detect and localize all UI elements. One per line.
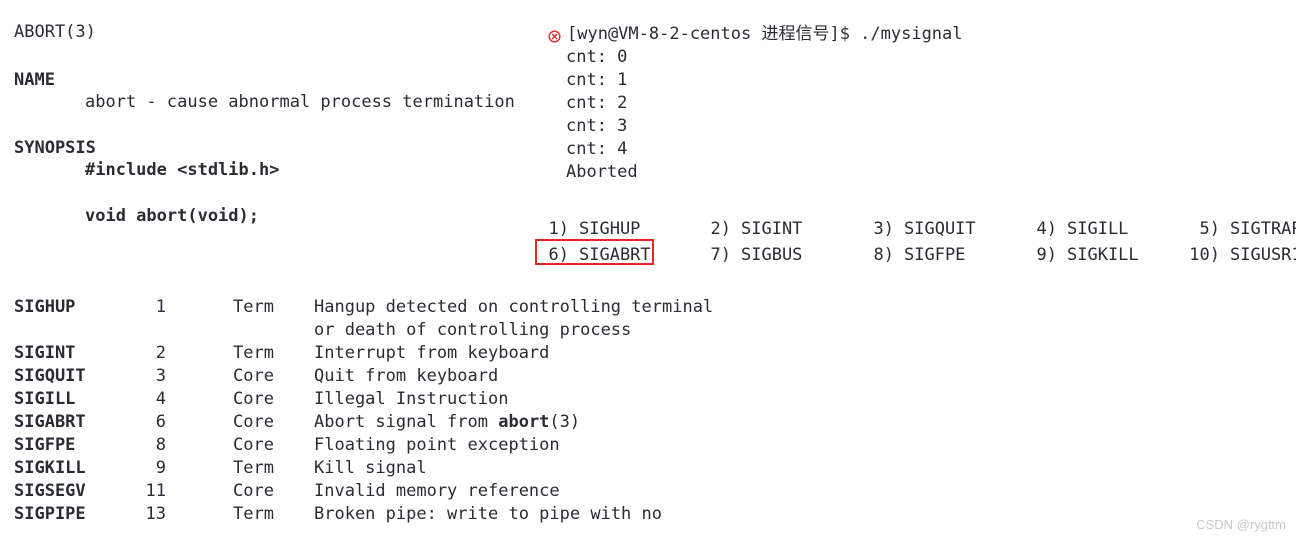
signal-number: 6 xyxy=(155,412,166,432)
signal-grid-name: SIGKILL xyxy=(1067,245,1139,265)
signal-grid-name: SIGHUP xyxy=(579,219,641,239)
signal-description: Floating point exception xyxy=(314,435,560,455)
table-row: SIGILL 4 Core Illegal Instruction xyxy=(0,388,740,411)
signal-number: 9 xyxy=(155,458,166,478)
signal-description-table: SIGHUP 1 Term Hangup detected on control… xyxy=(0,296,740,526)
signal-action: Core xyxy=(233,412,274,432)
table-row: SIGINT 2 Term Interrupt from keyboard xyxy=(0,342,740,365)
table-row: SIGKILL 9 Term Kill signal xyxy=(0,457,740,480)
signal-name: SIGILL xyxy=(14,389,76,409)
signal-action: Term xyxy=(233,343,274,363)
signal-description-suffix: (3) xyxy=(549,412,581,432)
signal-number: 4 xyxy=(155,389,166,409)
signal-description: Kill signal xyxy=(314,458,427,478)
signal-name: SIGKILL xyxy=(14,458,86,478)
signal-grid-number: 1) xyxy=(548,219,569,239)
signal-action: Core xyxy=(233,389,274,409)
signal-description: Illegal Instruction xyxy=(314,389,509,409)
signal-number-grid: 1) SIGHUP 2) SIGINT 3) SIGQUIT 4) SIGILL 5) S… xyxy=(535,216,1296,268)
table-row: SIGPIPE 13 Term Broken pipe: write to pi… xyxy=(0,503,740,526)
signal-grid-item: 3) SIGQUIT xyxy=(860,216,1010,242)
terminal-output-line: cnt: 4 xyxy=(566,139,628,159)
signal-grid-name: SIGFPE xyxy=(904,245,966,265)
terminal-prompt-line: [wyn@VM-8-2-centos 进程信号]$ ./mysignal xyxy=(567,24,963,44)
signal-grid-number: 5) xyxy=(1199,219,1220,239)
signal-number: 3 xyxy=(155,366,166,386)
signal-number: 1 xyxy=(155,297,166,317)
signal-grid-number: 7) xyxy=(710,245,731,265)
terminal-output-line: cnt: 1 xyxy=(566,70,628,90)
signal-name: SIGHUP xyxy=(14,297,76,317)
signal-number: 13 xyxy=(145,504,166,524)
signal-grid-item: 8) SIGFPE xyxy=(860,242,1010,268)
signal-description-prefix: Abort signal from xyxy=(314,412,499,432)
signal-grid-item: 7) SIGBUS xyxy=(697,242,847,268)
signal-grid-name: SIGABRT xyxy=(579,245,651,265)
signal-name: SIGSEGV xyxy=(14,481,86,501)
signal-description-continued: or death of controlling process xyxy=(314,320,632,340)
signal-grid-row: 1) SIGHUP 2) SIGINT 3) SIGQUIT 4) SIGILL 5) S… xyxy=(535,216,1296,242)
man-synopsis-include: #include <stdlib.h> xyxy=(85,160,280,180)
signal-action: Term xyxy=(233,504,274,524)
man-section-heading-synopsis: SYNOPSIS xyxy=(14,138,96,158)
signal-grid-name: SIGTRAP xyxy=(1230,219,1296,239)
csdn-watermark: CSDN @rygttm xyxy=(1196,517,1286,532)
signal-action: Core xyxy=(233,366,274,386)
signal-description: Broken pipe: write to pipe with no xyxy=(314,504,662,524)
signal-grid-number: 9) xyxy=(1036,245,1057,265)
man-section-body-name: abort - cause abnormal process terminati… xyxy=(85,92,515,112)
signal-action: Term xyxy=(233,297,274,317)
signal-grid-item: 9) SIGKILL xyxy=(1023,242,1173,268)
signal-description-emphasis: abort xyxy=(498,412,550,432)
signal-grid-item: 1) SIGHUP xyxy=(535,216,685,242)
signal-grid-name: SIGINT xyxy=(741,219,803,239)
signal-grid-number: 4) xyxy=(1036,219,1057,239)
signal-grid-name: SIGUSR1 xyxy=(1230,245,1296,265)
signal-grid-item: 2) SIGINT xyxy=(697,216,847,242)
terminal-output-line: cnt: 3 xyxy=(566,116,628,136)
signal-grid-row: 6) SIGABRT 7) SIGBUS 8) SIGFPE 9) SIGKILL 10… xyxy=(535,242,1296,268)
signal-description: Hangup detected on controlling terminal xyxy=(314,297,714,317)
signal-description: Interrupt from keyboard xyxy=(314,343,550,363)
signal-action: Term xyxy=(233,458,274,478)
signal-name: SIGINT xyxy=(14,343,76,363)
table-row: SIGFPE 8 Core Floating point exception xyxy=(0,434,740,457)
signal-description: Quit from keyboard xyxy=(314,366,499,386)
signal-number: 2 xyxy=(155,343,166,363)
man-synopsis-declaration: void abort(void); xyxy=(85,206,259,226)
signal-name: SIGABRT xyxy=(14,412,86,432)
signal-grid-number: 2) xyxy=(710,219,731,239)
signal-grid-item: 5) SIGTRAP xyxy=(1186,216,1296,242)
signal-description: Abort signal from abort(3) xyxy=(314,411,580,434)
signal-grid-name: SIGBUS xyxy=(741,245,803,265)
signal-grid-name: SIGQUIT xyxy=(904,219,976,239)
table-row: SIGABRT 6 Core Abort signal from abort(3… xyxy=(0,411,740,434)
man-page-title: ABORT(3) xyxy=(14,22,96,42)
table-row: SIGHUP 1 Term Hangup detected on control… xyxy=(0,296,740,342)
terminal-output-line: cnt: 0 xyxy=(566,47,628,67)
signal-number: 8 xyxy=(155,435,166,455)
signal-grid-item: 4) SIGILL xyxy=(1023,216,1173,242)
signal-name: SIGPIPE xyxy=(14,504,86,524)
signal-name: SIGFPE xyxy=(14,435,76,455)
signal-grid-item: 10) SIGUSR1 xyxy=(1186,242,1296,268)
signal-grid-number: 8) xyxy=(873,245,894,265)
error-circle-x-icon xyxy=(548,30,561,43)
signal-action: Core xyxy=(233,435,274,455)
signal-action: Core xyxy=(233,481,274,501)
table-row: SIGSEGV 11 Core Invalid memory reference xyxy=(0,480,740,503)
signal-grid-name: SIGILL xyxy=(1067,219,1129,239)
terminal-output-line: cnt: 2 xyxy=(566,93,628,113)
signal-grid-item-highlighted: 6) SIGABRT xyxy=(535,242,685,268)
signal-grid-number: 10) xyxy=(1189,245,1220,265)
table-row: SIGQUIT 3 Core Quit from keyboard xyxy=(0,365,740,388)
signal-grid-number: 6) xyxy=(548,245,569,265)
terminal-output-line: Aborted xyxy=(566,162,638,182)
signal-name: SIGQUIT xyxy=(14,366,86,386)
signal-number: 11 xyxy=(145,481,166,501)
signal-description: Invalid memory reference xyxy=(314,481,560,501)
man-section-heading-name: NAME xyxy=(14,70,55,90)
signal-grid-number: 3) xyxy=(873,219,894,239)
